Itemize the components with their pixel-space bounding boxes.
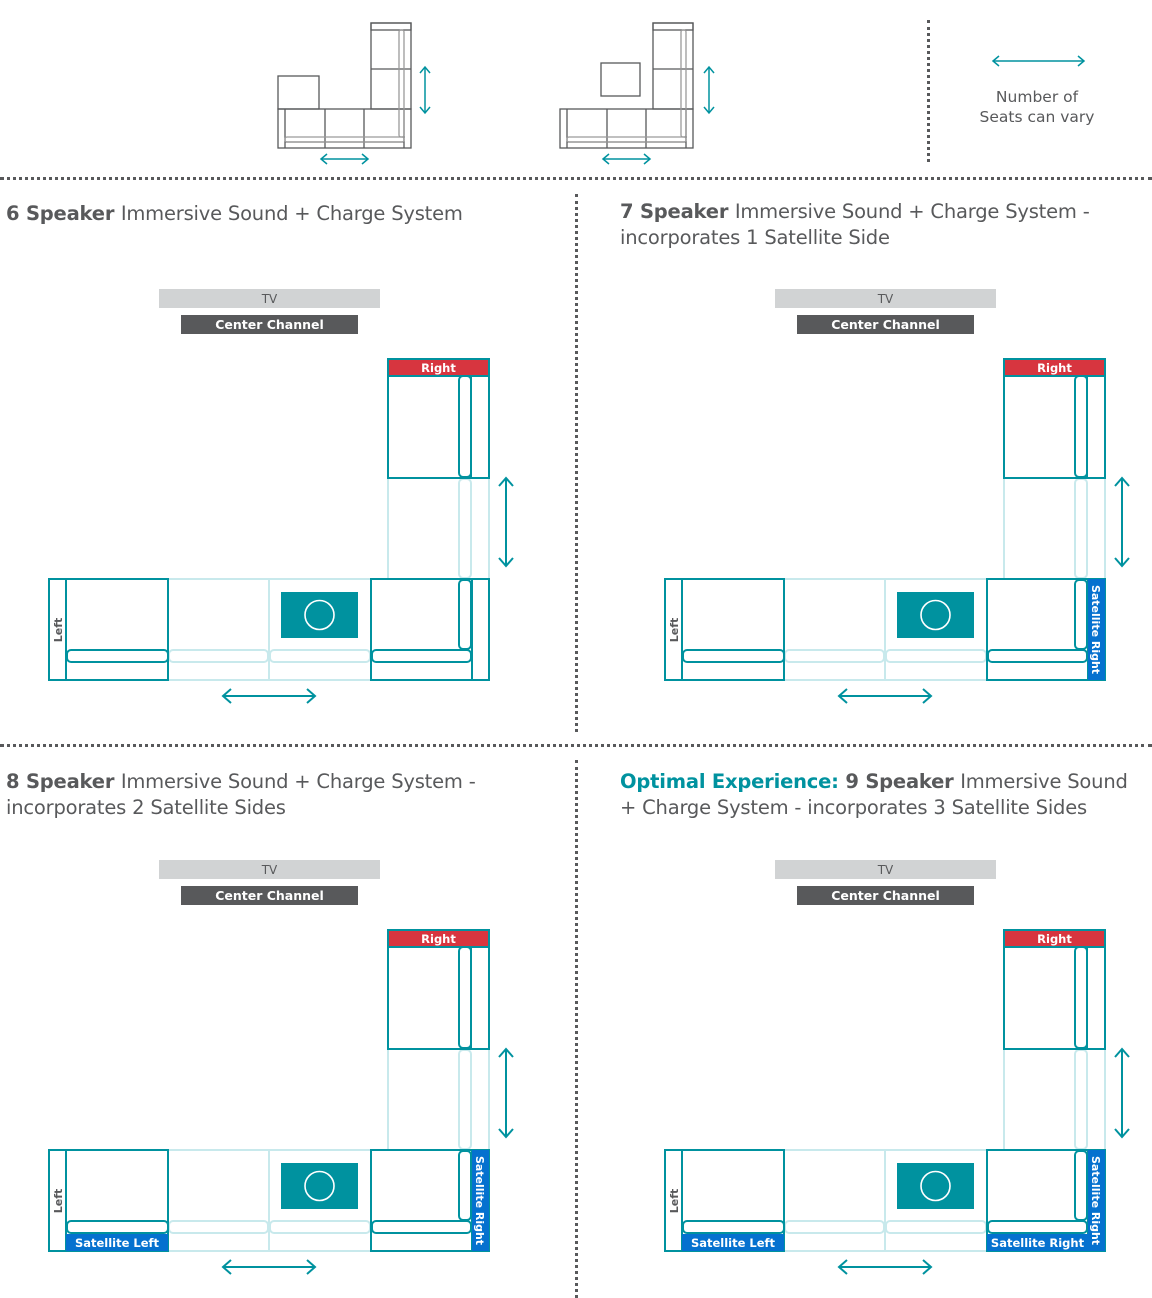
satellite-right-bottom-label: Satellite Right — [991, 1236, 1085, 1250]
title-rest: Immersive Sound + Charge System — [120, 202, 463, 225]
legend-divider — [927, 20, 930, 162]
right-speaker-label: Right — [421, 361, 456, 375]
title-line2: + Charge System - incorporates 3 Satelli… — [620, 796, 1087, 819]
title-line2: incorporates 1 Satellite Side — [620, 226, 890, 249]
double-arrow-horizontal-icon — [991, 55, 1086, 67]
title-bold: 6 Speaker — [6, 202, 121, 225]
power-console — [281, 1163, 358, 1209]
title-rest: Immersive Sound + Charge System - — [120, 770, 476, 793]
right-speaker-label: Right — [1037, 932, 1072, 946]
horizontal-double-arrow-icon — [221, 688, 317, 704]
left-speaker-label: Left — [52, 1189, 65, 1214]
satellite-left-label: Satellite Left — [691, 1236, 776, 1250]
panel-title-9-speaker: Optimal Experience: 9 Speaker Immersive … — [620, 769, 1128, 821]
right-speaker-label: Right — [421, 932, 456, 946]
left-speaker-label: Left — [668, 1189, 681, 1214]
center-channel-label: Center Channel — [831, 317, 940, 332]
power-console — [897, 1163, 974, 1209]
horizontal-double-arrow-icon — [601, 153, 652, 165]
diagram-7-speaker: TV Center Channel Right Left Satellite R… — [664, 289, 1130, 704]
title-rest: Immersive Sound — [960, 770, 1128, 793]
panel-title-8-speaker: 8 Speaker Immersive Sound + Charge Syste… — [6, 769, 476, 821]
vertical-double-arrow-icon — [1114, 476, 1130, 568]
left-speaker-label: Left — [668, 618, 681, 643]
seats-vary-line2: Seats can vary — [979, 108, 1095, 126]
center-channel-label: Center Channel — [215, 888, 324, 903]
tv-label: TV — [261, 863, 278, 877]
seats-vary-note: Number of Seats can vary — [966, 87, 1108, 127]
diagram-8-speaker: TV Center Channel Right Left Satellite L… — [48, 860, 514, 1275]
tv-label: TV — [877, 863, 894, 877]
vertical-double-arrow-icon — [1114, 1047, 1130, 1139]
power-console — [281, 592, 358, 638]
title-bold: 7 Speaker — [620, 200, 735, 223]
vertical-double-arrow-icon — [498, 476, 514, 568]
sectional-sketch-chaise — [277, 22, 431, 165]
corner-seat — [986, 578, 1106, 681]
seats-vary-line1: Number of — [995, 88, 1079, 106]
horizontal-double-arrow-icon — [221, 1259, 317, 1275]
satellite-right-side-label: Satellite Right — [473, 1156, 486, 1245]
title-line2: incorporates 2 Satellite Sides — [6, 796, 286, 819]
satellite-right-side-label: Satellite Right — [1089, 585, 1102, 674]
title-bold: 8 Speaker — [6, 770, 121, 793]
diagram-9-speaker: TV Center Channel Right Left Satellite L… — [664, 860, 1130, 1275]
diagram-6-speaker: TV Center Channel Right Left — [48, 289, 514, 704]
left-seat — [48, 578, 169, 681]
horizontal-double-arrow-icon — [319, 153, 370, 165]
corner-seat — [370, 578, 490, 681]
right-speaker-label: Right — [1037, 361, 1072, 375]
satellite-left-label: Satellite Left — [75, 1236, 160, 1250]
column-divider-lower — [575, 760, 578, 1298]
center-channel-label: Center Channel — [215, 317, 324, 332]
power-console — [897, 592, 974, 638]
left-seat — [664, 578, 785, 681]
title-accent: Optimal Experience: — [620, 770, 846, 793]
corner-seat — [370, 1149, 490, 1252]
center-channel-label: Center Channel — [831, 888, 940, 903]
section-divider-top — [0, 177, 1152, 180]
tv-label: TV — [261, 292, 278, 306]
section-divider-middle — [0, 744, 1152, 747]
title-rest: Immersive Sound + Charge System - — [734, 200, 1090, 223]
vertical-double-arrow-icon — [703, 65, 715, 115]
vertical-double-arrow-icon — [419, 65, 431, 115]
tv-label: TV — [877, 292, 894, 306]
panel-title-7-speaker: 7 Speaker Immersive Sound + Charge Syste… — [620, 199, 1090, 251]
sectional-sketch-ottoman — [559, 22, 715, 165]
vertical-double-arrow-icon — [498, 1047, 514, 1139]
title-bold: 9 Speaker — [845, 770, 961, 793]
left-speaker-label: Left — [52, 618, 65, 643]
panel-title-6-speaker: 6 Speaker Immersive Sound + Charge Syste… — [6, 201, 463, 227]
horizontal-double-arrow-icon — [837, 688, 933, 704]
column-divider-upper — [575, 194, 578, 732]
horizontal-double-arrow-icon — [837, 1259, 933, 1275]
satellite-right-side-label: Satellite Right — [1089, 1156, 1102, 1245]
